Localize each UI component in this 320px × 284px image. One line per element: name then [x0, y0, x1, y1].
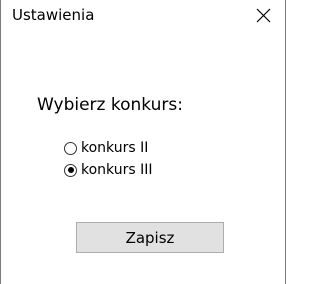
- title-bar[interactable]: Ustawienia: [1, 0, 285, 30]
- contest-prompt-label: Wybierz konkurs:: [37, 95, 183, 115]
- radio-label: konkurs II: [81, 140, 149, 156]
- close-icon: [256, 8, 270, 22]
- radio-label: konkurs III: [81, 162, 153, 178]
- window-title: Ustawienia: [12, 6, 95, 24]
- radio-option-konkurs-ii[interactable]: konkurs II: [64, 138, 148, 158]
- close-button[interactable]: [241, 0, 285, 30]
- save-button[interactable]: Zapisz: [76, 222, 224, 253]
- radio-button-unchecked[interactable]: [64, 141, 77, 155]
- radio-button-checked[interactable]: [64, 163, 77, 177]
- settings-dialog: Ustawienia Wybierz konkurs: konkurs II k…: [0, 0, 286, 284]
- radio-option-konkurs-iii[interactable]: konkurs III: [64, 160, 152, 180]
